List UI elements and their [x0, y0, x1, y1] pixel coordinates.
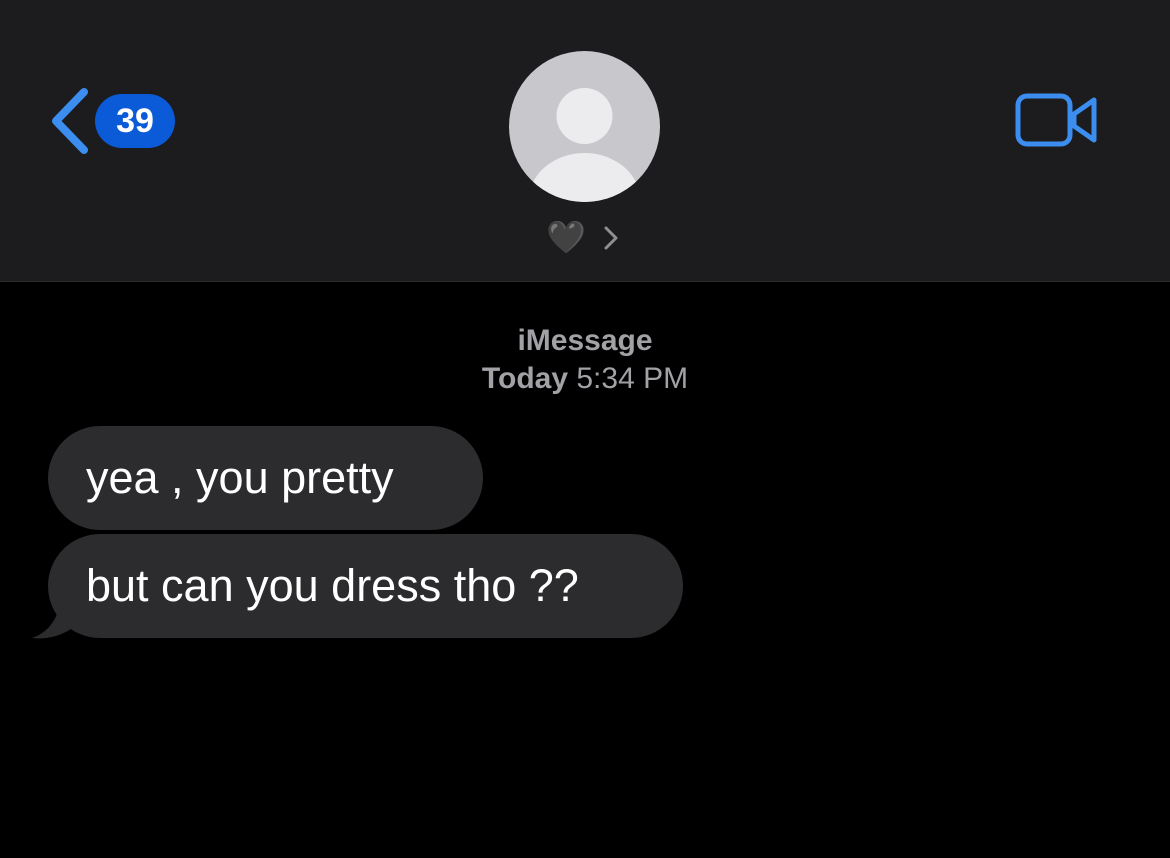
incoming-message-bubble[interactable]: but can you dress tho ??	[48, 534, 683, 638]
messages-screen: 39 🖤 iMessage Today 5:34 PM yea , you pr…	[0, 0, 1170, 858]
contact-name: 🖤	[546, 219, 586, 255]
chevron-right-icon	[604, 226, 618, 250]
video-camera-icon	[1015, 93, 1097, 147]
message-timestamp: Today 5:34 PM	[0, 360, 1170, 398]
facetime-video-button[interactable]	[1014, 92, 1100, 148]
conversation-header: 39 🖤	[0, 0, 1170, 282]
contact-name-button[interactable]: 🖤	[546, 215, 626, 259]
chevron-left-icon	[52, 88, 88, 154]
person-silhouette-icon	[528, 88, 641, 202]
timestamp-time: 5:34 PM	[576, 362, 689, 395]
service-label: iMessage	[517, 324, 653, 357]
back-button[interactable]: 39	[48, 86, 180, 156]
avatar[interactable]	[509, 51, 660, 202]
timestamp-day: Today	[481, 362, 569, 395]
unread-count-badge: 39	[95, 94, 175, 148]
incoming-message-bubble[interactable]: yea , you pretty	[48, 426, 483, 530]
